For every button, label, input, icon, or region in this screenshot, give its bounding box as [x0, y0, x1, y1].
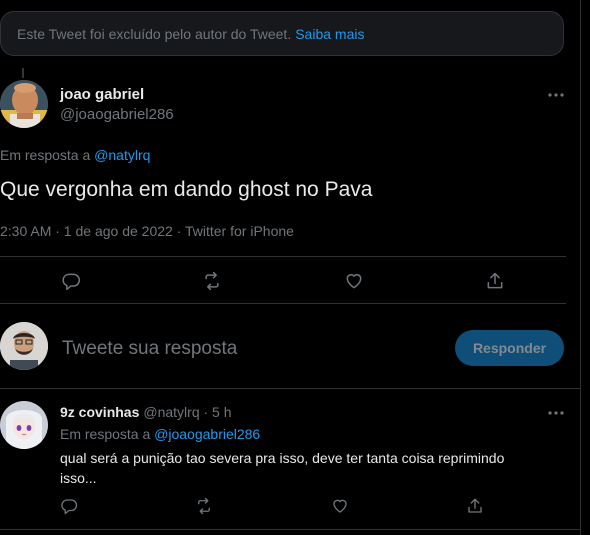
- share-icon[interactable]: [485, 271, 505, 291]
- reply-replying-to-mention[interactable]: @joaogabriel286: [154, 426, 260, 442]
- column-divider: [580, 0, 581, 535]
- author-name[interactable]: joao gabriel: [60, 86, 144, 103]
- more-options-icon[interactable]: [547, 86, 565, 104]
- reply-replying-to-label: Em resposta a: [60, 426, 151, 442]
- reply-icon[interactable]: [60, 497, 78, 515]
- tweet-text: Que vergonha em dando ghost no Pava: [0, 178, 373, 201]
- divider: [0, 529, 581, 530]
- replying-to-mention[interactable]: @natylrq: [94, 147, 150, 163]
- replying-to-label: Em resposta a: [0, 147, 91, 163]
- deleted-tweet-notice: Este Tweet foi excluído pelo autor do Tw…: [0, 11, 564, 56]
- thread-connector-line: [22, 68, 24, 78]
- like-icon[interactable]: [344, 271, 364, 291]
- reply-avatar[interactable]: [0, 401, 48, 449]
- divider: [0, 303, 566, 304]
- reply-author-handle[interactable]: @natylrq · 5 h: [143, 404, 231, 420]
- learn-more-link[interactable]: Saiba mais: [295, 26, 364, 42]
- reply-author-name[interactable]: 9z covinhas: [60, 404, 139, 420]
- avatar-image-icon: [0, 80, 48, 128]
- reply-author[interactable]: 9z covinhas @natylrq · 5 h: [60, 404, 232, 420]
- reply-icon[interactable]: [61, 271, 81, 291]
- share-icon[interactable]: [466, 497, 484, 515]
- deleted-notice-text: Este Tweet foi excluído pelo autor do Tw…: [17, 26, 292, 42]
- reply-replying-to: Em resposta a @joaogabriel286: [60, 426, 260, 442]
- tweet-thread-page: Este Tweet foi excluído pelo autor do Tw…: [0, 0, 590, 535]
- tweet-timestamp[interactable]: 2:30 AM · 1 de ago de 2022 · Twitter for…: [0, 223, 294, 239]
- retweet-icon[interactable]: [195, 497, 213, 515]
- user-avatar-image-icon: [0, 322, 48, 370]
- more-options-icon[interactable]: [547, 404, 565, 422]
- reply-input[interactable]: Tweete sua resposta: [62, 338, 237, 360]
- replying-to: Em resposta a @natylrq: [0, 147, 150, 163]
- divider: [0, 256, 566, 257]
- reply-button[interactable]: Responder: [455, 330, 564, 366]
- reply-avatar-image-icon: [0, 401, 48, 449]
- retweet-icon[interactable]: [202, 271, 222, 291]
- like-icon[interactable]: [331, 497, 349, 515]
- reply-text: qual será a punição tao severa pra isso,…: [60, 450, 505, 486]
- author-handle[interactable]: @joaogabriel286: [60, 106, 174, 123]
- divider: [0, 388, 581, 389]
- user-avatar[interactable]: [0, 322, 48, 370]
- avatar[interactable]: [0, 80, 48, 128]
